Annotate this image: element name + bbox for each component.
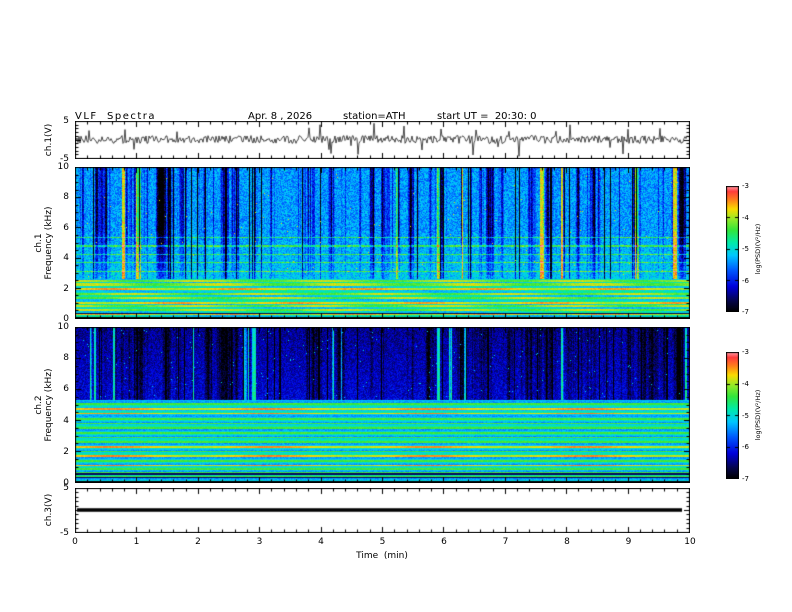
ch2-spectrogram-panel: [75, 327, 690, 483]
ch1-waveform-panel: [75, 121, 690, 159]
x-tick-label: 1: [133, 537, 140, 547]
ch3-waveform-ytick-label: 5: [63, 483, 69, 493]
x-tick-label: 7: [502, 537, 509, 547]
x-axis-title: Time (min): [356, 551, 408, 561]
colorbar-1-tick-label: -5: [742, 245, 749, 253]
ch2-axis-title-line1: ch.2: [34, 395, 44, 415]
ch1-axis-title-line1: ch.1: [34, 233, 44, 253]
ch3-waveform-panel: [75, 488, 690, 533]
x-tick-label: 2: [195, 537, 201, 547]
ch2-spectrogram-canvas: [75, 327, 690, 483]
colorbar-1-tick-label: -6: [742, 276, 749, 285]
colorbar-2-tick-label: -6: [742, 443, 749, 452]
ch2-spectrogram-ytick-label: 4: [63, 415, 69, 426]
colorbar-2-tick-label: -5: [742, 411, 749, 420]
colorbar-1: [726, 186, 739, 312]
x-tick-label: 8: [564, 537, 570, 547]
ch2-spectrogram-ytick-label: 2: [63, 446, 69, 457]
ch1-axis-title-line2: Frequency (kHz): [44, 206, 54, 280]
ch1-spectrogram-ytick-label: 10: [57, 162, 69, 172]
x-tick-label: 9: [625, 537, 632, 547]
colorbar-2-tick-label: -3: [742, 348, 749, 356]
ch1-spectrogram-ytick-label: 4: [63, 253, 69, 264]
ch2-spectrogram-ytick-label: 10: [57, 322, 69, 332]
x-tick-label: 10: [684, 537, 696, 547]
x-tick-label: 5: [379, 537, 386, 547]
ch3-waveform-y-axis-title: ch.3(V): [44, 493, 54, 527]
ch1-waveform-canvas: [75, 121, 690, 159]
colorbar-1-tick-label: -3: [742, 182, 749, 190]
ch1-spectrogram-ytick-label: 0: [63, 314, 69, 324]
ch1-spectrogram-ytick-label: 8: [63, 192, 69, 203]
colorbar-2-title: log(PSD)(V²/Hz): [754, 389, 762, 441]
ch2-axis-title-line2: Frequency (kHz): [44, 368, 54, 442]
ch3-waveform-ytick-label: -5: [60, 528, 69, 538]
ch1-waveform-y-axis-title: ch.1(V): [44, 123, 54, 157]
ch2-spectrogram-y-axis-title: ch.2 Frequency (kHz): [34, 368, 54, 441]
colorbar-1-tick-label: -4: [742, 213, 749, 222]
ch2-spectrogram-ytick-label: 6: [63, 384, 69, 395]
colorbar-2-canvas: [726, 352, 739, 479]
ch2-spectrogram-ytick-label: 0: [63, 478, 69, 488]
colorbar-2: [726, 352, 739, 479]
colorbar-1-title: log(PSD)(V²/Hz): [754, 223, 762, 275]
colorbar-1-canvas: [726, 186, 739, 312]
ch2-spectrogram-ytick-label: 8: [63, 353, 69, 364]
colorbar-2-tick-label: -7: [742, 475, 749, 483]
ch1-waveform-ytick-label: 5: [63, 116, 69, 126]
x-tick-label: 0: [72, 537, 78, 547]
colorbar-2-tick-label: -4: [742, 379, 749, 388]
ch1-spectrogram-panel: [75, 167, 690, 319]
colorbar-1-tick-label: -7: [742, 308, 749, 316]
vlf-spectra-figure: VLF Spectra Apr. 8 , 2026 station=ATH st…: [0, 0, 792, 612]
x-tick-label: 4: [318, 537, 324, 547]
ch1-spectrogram-y-axis-title: ch.1 Frequency (kHz): [34, 206, 54, 279]
x-tick-label: 6: [441, 537, 447, 547]
ch1-spectrogram-canvas: [75, 167, 690, 319]
ch3-waveform-canvas: [75, 488, 690, 533]
ch1-waveform-ytick-label: -5: [60, 154, 69, 164]
x-tick-label: 3: [256, 537, 263, 547]
ch1-spectrogram-ytick-label: 2: [63, 283, 69, 294]
ch1-spectrogram-ytick-label: 6: [63, 222, 69, 233]
